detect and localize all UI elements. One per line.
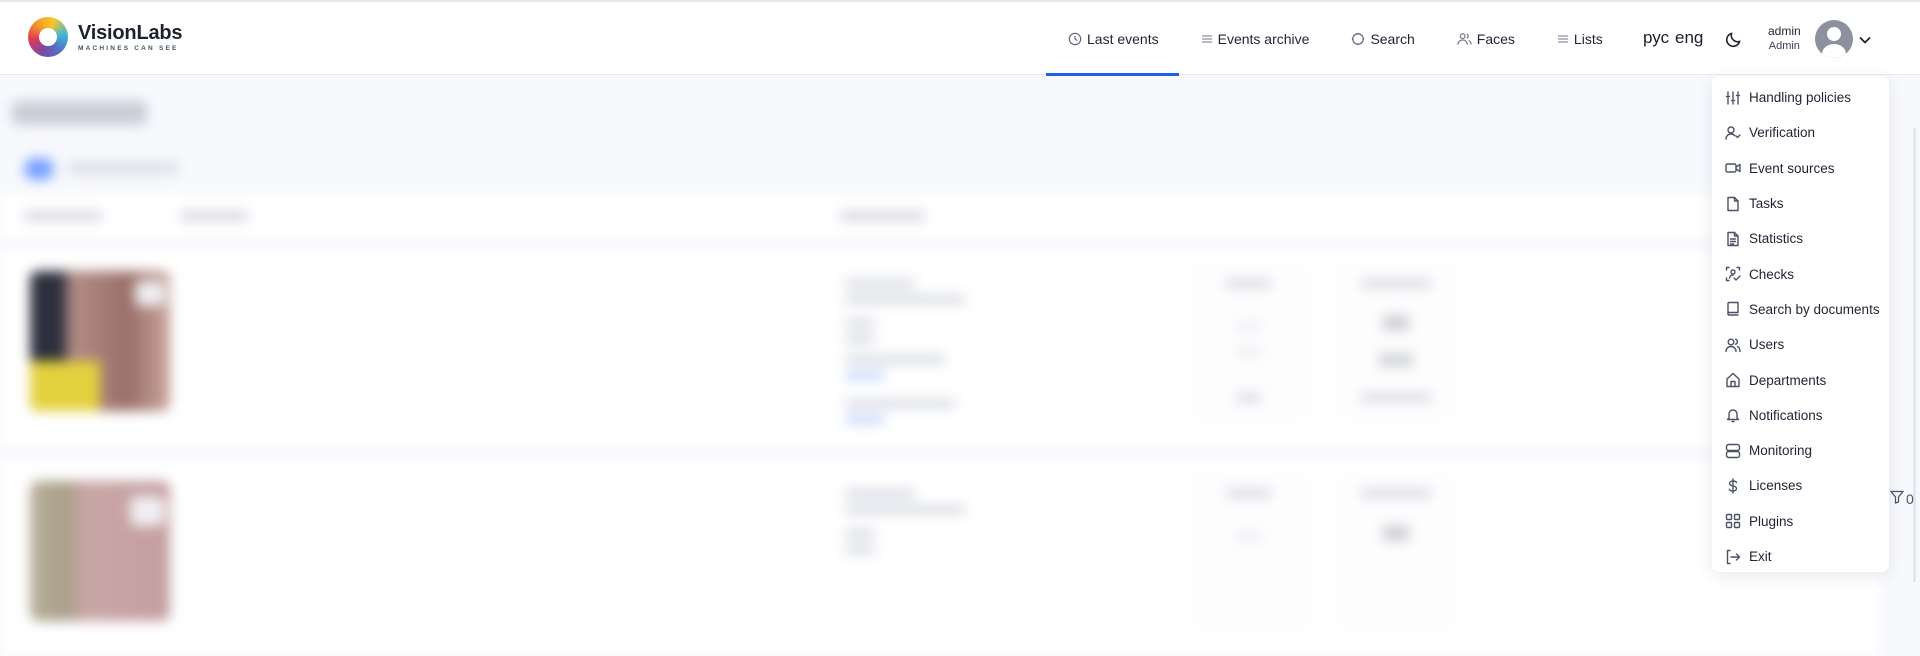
filter-button[interactable]: 0 <box>1889 490 1914 507</box>
nav-last-events[interactable]: Last events <box>1046 2 1179 76</box>
sliders-icon <box>1724 89 1742 107</box>
blurred-page-content <box>0 76 1920 656</box>
menu-item-verification[interactable]: Verification <box>1712 115 1889 150</box>
top-header: VisionLabs MACHINES CAN SEE Last events … <box>0 2 1920 76</box>
user-dropdown-menu: Handling policies Verification Event sou… <box>1712 76 1889 572</box>
filter-icon <box>1889 490 1905 507</box>
table-header <box>0 195 1880 237</box>
user-check-icon <box>1724 124 1742 142</box>
table-row <box>0 461 1880 656</box>
menu-item-event-sources[interactable]: Event sources <box>1712 151 1889 186</box>
list-icon <box>1557 33 1569 45</box>
scrollbar[interactable] <box>1913 128 1916 582</box>
menu-item-licenses[interactable]: Licenses <box>1712 468 1889 503</box>
face-thumbnail <box>30 271 170 411</box>
menu-item-departments[interactable]: Departments <box>1712 362 1889 397</box>
user-info: admin Admin <box>1768 24 1801 54</box>
logout-icon <box>1724 548 1742 566</box>
book-icon <box>1724 300 1742 318</box>
server-icon <box>1724 442 1742 460</box>
filter-count: 0 <box>1906 490 1914 507</box>
nav-label: Last events <box>1087 30 1159 47</box>
menu-item-users[interactable]: Users <box>1712 327 1889 362</box>
nav-label: Lists <box>1573 30 1603 47</box>
clock-icon <box>1068 32 1082 46</box>
avatar[interactable] <box>1815 20 1853 58</box>
page-title-placeholder <box>12 101 147 125</box>
chevron-down-icon[interactable] <box>1858 32 1872 50</box>
grid-icon <box>1724 512 1742 530</box>
user-role: Admin <box>1768 40 1800 52</box>
menu-item-handling-policies[interactable]: Handling policies <box>1712 80 1889 115</box>
brand-tagline: MACHINES CAN SEE <box>78 45 179 52</box>
nav-label: Faces <box>1476 30 1515 47</box>
nav-faces[interactable]: Faces <box>1435 2 1535 75</box>
logo-ring-icon <box>28 17 68 57</box>
main-nav: Last events Events archive Search Faces … <box>1046 2 1623 76</box>
menu-item-tasks[interactable]: Tasks <box>1712 186 1889 221</box>
menu-item-plugins[interactable]: Plugins <box>1712 504 1889 539</box>
video-camera-icon <box>1724 159 1742 177</box>
brand-name: VisionLabs <box>78 22 183 44</box>
nav-lists[interactable]: Lists <box>1535 2 1623 75</box>
nav-label: Events archive <box>1217 30 1310 47</box>
toggle-switch <box>24 158 54 180</box>
moon-icon[interactable] <box>1724 29 1744 49</box>
file-text-icon <box>1724 230 1742 248</box>
file-icon <box>1724 195 1742 213</box>
face-scan-check-icon <box>1724 265 1742 283</box>
menu-item-checks[interactable]: Checks <box>1712 256 1889 291</box>
nav-events-archive[interactable]: Events archive <box>1179 2 1330 75</box>
menu-item-exit[interactable]: Exit <box>1712 539 1889 574</box>
table-row <box>0 251 1880 446</box>
face-thumbnail <box>30 481 170 621</box>
lang-ru-button[interactable]: рус <box>1643 28 1669 48</box>
user-login: admin <box>1768 24 1801 38</box>
menu-item-search-by-documents[interactable]: Search by documents <box>1712 292 1889 327</box>
menu-item-monitoring[interactable]: Monitoring <box>1712 433 1889 468</box>
bell-icon <box>1724 406 1742 424</box>
menu-item-notifications[interactable]: Notifications <box>1712 398 1889 433</box>
brand-logo[interactable]: VisionLabs MACHINES CAN SEE <box>28 17 183 57</box>
users-icon <box>1724 336 1742 354</box>
users-icon <box>1457 32 1472 46</box>
search-icon <box>1351 32 1365 46</box>
home-icon <box>1724 371 1742 389</box>
lang-en-button[interactable]: eng <box>1675 28 1703 48</box>
nav-search[interactable]: Search <box>1329 2 1434 75</box>
toggle-label-placeholder <box>68 162 178 174</box>
list-icon <box>1201 33 1213 45</box>
dollar-icon <box>1724 477 1742 495</box>
menu-item-statistics[interactable]: Statistics <box>1712 221 1889 256</box>
nav-label: Search <box>1370 30 1415 47</box>
